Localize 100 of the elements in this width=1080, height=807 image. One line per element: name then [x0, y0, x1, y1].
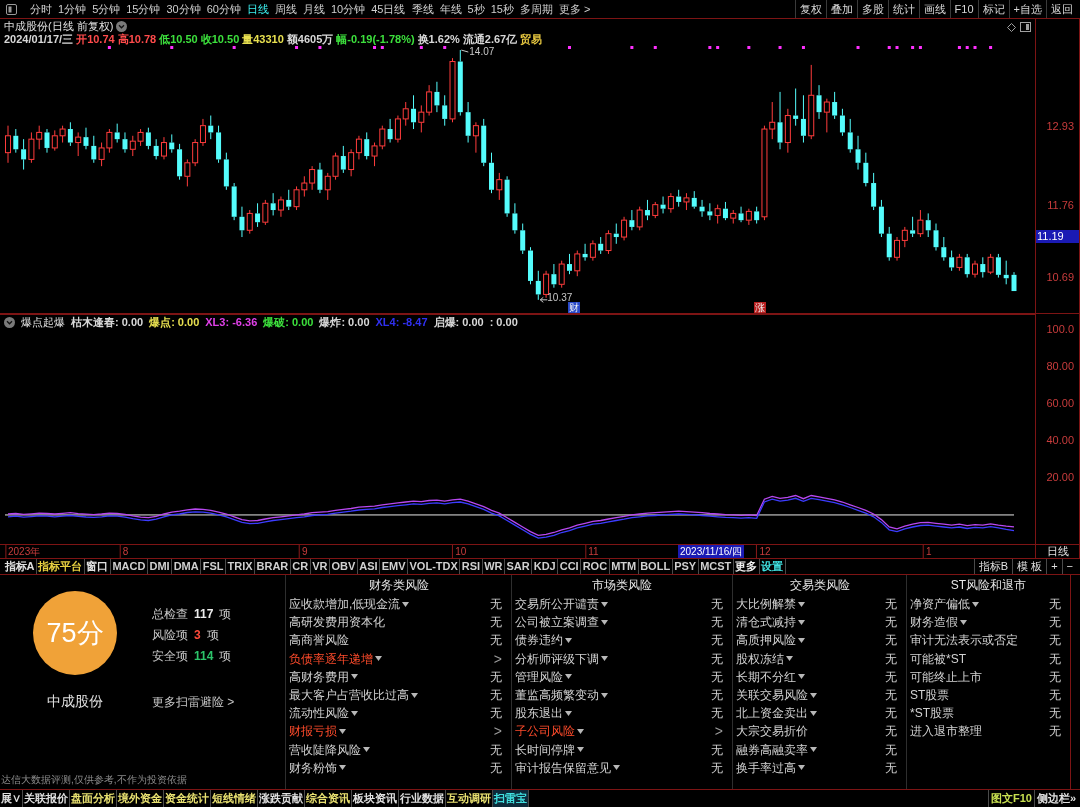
risk-item-label[interactable]: 清仓式减持 — [736, 613, 796, 632]
indicator-tab[interactable]: 设置 — [759, 559, 786, 574]
bottom-tab[interactable]: 展∨ — [0, 790, 23, 807]
tool-button[interactable]: 返回 — [1046, 0, 1077, 18]
indicator-tab[interactable]: MACD — [110, 559, 148, 574]
risk-item-label[interactable]: 财务造假 — [910, 613, 958, 632]
bottom-tab[interactable]: 关联报价 — [23, 790, 70, 807]
period-tab[interactable]: 周线 — [272, 0, 300, 18]
indicator-tab[interactable]: BRAR — [255, 559, 291, 574]
indicator-tab[interactable]: 窗口 — [84, 559, 111, 574]
period-tab[interactable]: 15分钟 — [123, 0, 164, 18]
risk-item-label[interactable]: 北上资金卖出 — [736, 704, 808, 723]
risk-item-label[interactable]: 分析师评级下调 — [515, 649, 599, 668]
indicator-tab[interactable]: VR — [310, 559, 330, 574]
period-tab[interactable]: 30分钟 — [163, 0, 204, 18]
risk-item-label[interactable]: 进入退市整理 — [910, 722, 982, 741]
bottom-tab[interactable]: 盘面分析 — [70, 790, 117, 807]
indicator-tab[interactable]: OBV — [330, 559, 358, 574]
bottom-tab[interactable]: 境外资金 — [117, 790, 164, 807]
risk-item-label[interactable]: 负债率逐年递增 — [289, 649, 373, 668]
risk-item-label[interactable]: 股权冻结 — [736, 649, 784, 668]
tool-button[interactable]: 叠加 — [825, 0, 857, 18]
risk-item-label[interactable]: *ST股票 — [910, 704, 954, 723]
risk-item-label[interactable]: 高财务费用 — [289, 667, 349, 686]
indicator-tab[interactable]: 指标A — [3, 559, 37, 574]
caret-down-icon[interactable] — [786, 656, 793, 662]
caret-down-icon[interactable] — [339, 728, 346, 734]
tool-button[interactable]: 统计 — [887, 0, 919, 18]
bottom-tab[interactable]: 板块资讯 — [352, 790, 399, 807]
caret-down-icon[interactable] — [798, 637, 805, 643]
event-tag[interactable]: 涨 — [754, 302, 766, 313]
caret-down-icon[interactable] — [601, 619, 608, 625]
chevron-down-circle-icon[interactable] — [4, 317, 15, 328]
period-tab[interactable]: 15秒 — [487, 0, 517, 18]
risk-item-label[interactable]: 审计报告保留意见 — [515, 758, 611, 777]
chevron-down-circle-icon[interactable] — [116, 21, 128, 32]
indicator-tab[interactable]: MTM — [609, 559, 639, 574]
risk-item-label[interactable]: 融券高融卖率 — [736, 740, 808, 759]
caret-down-icon[interactable] — [613, 765, 620, 771]
side-button[interactable]: 侧边栏» — [1033, 790, 1078, 807]
indicator-tool-button[interactable]: 模 板 — [1012, 559, 1047, 574]
risk-item-label[interactable]: 审计无法表示或否定 — [910, 631, 1018, 650]
indicator-tab[interactable]: TRIX — [225, 559, 256, 574]
caret-down-icon[interactable] — [960, 619, 967, 625]
caret-down-icon[interactable] — [972, 601, 979, 607]
risk-item-label[interactable]: 大宗交易折价 — [736, 722, 808, 741]
diamond-icon[interactable] — [1007, 22, 1016, 32]
risk-item-label[interactable]: 净资产偏低 — [910, 595, 970, 614]
indicator-tab[interactable]: 更多 — [733, 559, 760, 574]
caret-down-icon[interactable] — [810, 710, 817, 716]
caret-down-icon[interactable] — [565, 674, 572, 680]
period-tab[interactable]: 5分钟 — [89, 0, 124, 18]
risk-item-label[interactable]: 财务粉饰 — [289, 758, 337, 777]
bottom-tab[interactable]: 扫雷宝 — [493, 790, 529, 807]
period-tab[interactable]: 10分钟 — [328, 0, 369, 18]
caret-down-icon[interactable] — [375, 656, 382, 662]
period-tab[interactable]: 季线 — [408, 0, 437, 18]
indicator-tab[interactable]: DMA — [172, 559, 202, 574]
tool-button[interactable]: 标记 — [977, 0, 1009, 18]
more-scan-link[interactable]: 更多扫雷避险 > — [152, 694, 235, 710]
tool-button[interactable]: F10 — [949, 0, 978, 18]
caret-down-icon[interactable] — [565, 710, 572, 716]
caret-down-icon[interactable] — [577, 728, 584, 734]
risk-item-label[interactable]: 流动性风险 — [289, 704, 349, 723]
period-tab[interactable]: 1分钟 — [55, 0, 90, 18]
risk-item-label[interactable]: 股东退出 — [515, 704, 563, 723]
indicator-tab[interactable]: RSI — [460, 559, 483, 574]
caret-down-icon[interactable] — [601, 601, 608, 607]
tool-button[interactable]: 复权 — [794, 0, 826, 18]
tool-button[interactable]: +自选 — [1008, 0, 1046, 18]
indicator-tab[interactable]: SAR — [504, 559, 533, 574]
period-tab[interactable]: 日线 — [244, 0, 272, 18]
caret-down-icon[interactable] — [577, 747, 584, 753]
risk-item-label[interactable]: 高商誉风险 — [289, 631, 349, 650]
indicator-tab[interactable]: CR — [290, 559, 311, 574]
indicator-tab[interactable]: 指标平台 — [36, 559, 85, 574]
indicator-tab[interactable]: BOLL — [638, 559, 673, 574]
risk-item-label[interactable]: 财报亏损 — [289, 722, 337, 741]
period-tab[interactable]: 60分钟 — [203, 0, 244, 18]
caret-down-icon[interactable] — [601, 692, 608, 698]
caret-down-icon[interactable] — [798, 601, 805, 607]
indicator-tab[interactable]: FSL — [201, 559, 226, 574]
risk-item-label[interactable]: 公司被立案调查 — [515, 613, 599, 632]
indicator-tab[interactable]: ASI — [357, 559, 381, 574]
period-tab[interactable]: 分时 — [27, 0, 55, 18]
indicator-tab[interactable]: KDJ — [532, 559, 559, 574]
risk-item-label[interactable]: 长时间停牌 — [515, 740, 575, 759]
event-tag[interactable]: 财 — [568, 302, 580, 313]
indicator-tab[interactable]: PSY — [672, 559, 699, 574]
risk-item-label[interactable]: 最大客户占营收比过高 — [289, 686, 409, 705]
indicator-tab[interactable]: WR — [482, 559, 505, 574]
risk-item-label[interactable]: 营收陡降风险 — [289, 740, 361, 759]
risk-item-label[interactable]: 可能终止上市 — [910, 667, 982, 686]
risk-item-label[interactable]: 大比例解禁 — [736, 595, 796, 614]
caret-down-icon[interactable] — [339, 765, 346, 771]
caret-down-icon[interactable] — [565, 637, 572, 643]
caret-down-icon[interactable] — [411, 692, 418, 698]
bottom-tab[interactable]: 资金统计 — [164, 790, 211, 807]
caret-down-icon[interactable] — [351, 710, 358, 716]
bottom-tab[interactable]: 短线情绪 — [211, 790, 258, 807]
